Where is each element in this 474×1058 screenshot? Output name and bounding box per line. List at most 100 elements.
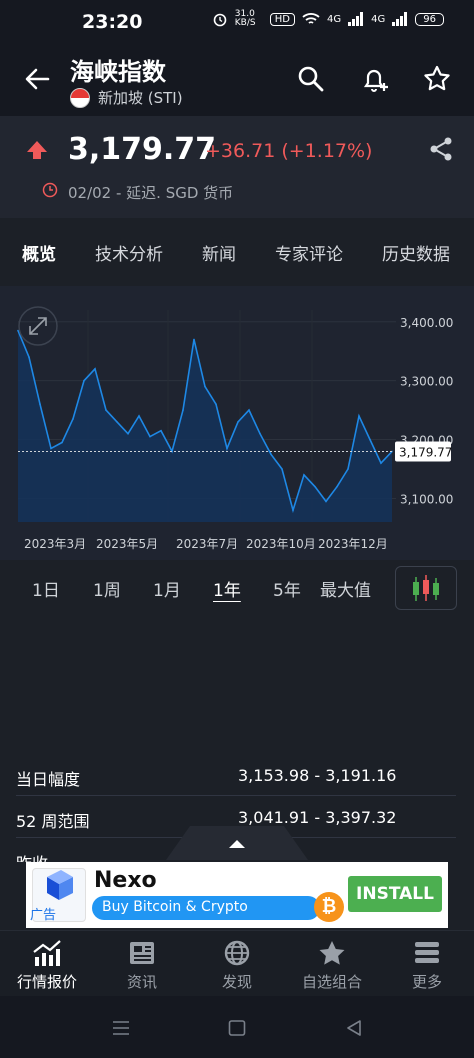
data-point: [72, 418, 74, 420]
expand-details-handle[interactable]: [166, 826, 308, 860]
back-arrow-icon[interactable]: [22, 64, 52, 94]
add-alert-icon[interactable]: [360, 64, 390, 94]
data-point: [182, 409, 184, 411]
wifi-icon: [302, 13, 320, 24]
clock-icon: [42, 182, 58, 198]
back-icon[interactable]: [345, 1020, 363, 1036]
x-tick-label: 2023年3月: [24, 537, 86, 551]
data-point: [237, 421, 239, 423]
nav-label: 更多: [411, 973, 442, 991]
quote-meta: 02/02 - 延迟. SGD 货币: [42, 182, 234, 203]
system-nav-bar: [0, 996, 474, 1058]
install-button[interactable]: INSTALL: [348, 876, 442, 912]
status-time: 23:20: [82, 11, 143, 33]
period-1m[interactable]: 1月: [153, 576, 181, 601]
globe-icon: [224, 940, 250, 966]
stat-label: 当日幅度: [16, 770, 81, 789]
candlestick-icon: [413, 575, 439, 601]
star-icon[interactable]: [422, 64, 452, 94]
index-subtitle: 新加坡 (STI): [70, 87, 183, 108]
data-point: [226, 447, 228, 450]
period-max[interactable]: 最大值: [320, 576, 371, 601]
net-speed: 31.0 KB/S: [234, 9, 256, 28]
nav-label: 行情报价: [16, 973, 77, 991]
nav-more[interactable]: 更多: [380, 939, 474, 992]
data-point: [248, 409, 250, 411]
nav-label: 资讯: [126, 973, 157, 991]
status-bar: 23:20 31.0 KB/S HD 4G 4G 96: [0, 0, 474, 44]
ad-title: Nexo: [94, 868, 157, 893]
nav-label: 自选组合: [301, 973, 362, 991]
period-1y[interactable]: 1年: [213, 576, 241, 601]
data-point: [292, 509, 294, 512]
data-point: [314, 485, 316, 488]
data-point: [105, 409, 107, 411]
price-chart[interactable]: 3,400.00 3,300.00 3,200.00 3,100.00 3,179.77…: [0, 286, 474, 560]
period-selector: 1日 1周 1月 1年 5年 最大值: [0, 562, 474, 614]
bitcoin-icon: ₿: [314, 892, 344, 922]
data-point: [336, 485, 338, 488]
area-fill: [18, 330, 392, 522]
data-point: [325, 500, 327, 503]
x-tick-label: 2023年12月: [318, 537, 388, 551]
nav-watchlist[interactable]: 自选组合: [285, 939, 379, 992]
alarm-icon: [213, 13, 227, 27]
quote-meta-text: 02/02 - 延迟. SGD 货币: [68, 184, 234, 202]
nav-discover[interactable]: 发现: [190, 939, 284, 992]
search-icon[interactable]: [296, 64, 326, 94]
tab-bar: 概览 技术分析 新闻 专家评论 历史数据: [0, 218, 474, 286]
x-tick-label: 2023年10月: [246, 537, 316, 551]
tab-technical[interactable]: 技术分析: [95, 240, 163, 265]
data-point: [127, 432, 129, 435]
nav-quotes[interactable]: 行情报价: [0, 939, 94, 992]
recent-apps-icon[interactable]: [112, 1020, 130, 1036]
stat-label: 52 周范围: [16, 812, 90, 831]
stat-value: 3,041.91 - 3,397.32: [238, 808, 397, 827]
home-icon[interactable]: [228, 1020, 246, 1036]
share-icon[interactable]: [428, 136, 454, 162]
data-point: [270, 453, 272, 456]
ad-tagline: Buy Bitcoin & Crypto: [92, 896, 320, 920]
data-point: [138, 415, 140, 417]
data-point: [39, 403, 41, 406]
period-5y[interactable]: 5年: [273, 576, 301, 601]
data-point: [259, 432, 261, 435]
data-point: [160, 429, 162, 432]
data-point: [369, 438, 371, 441]
data-point: [116, 421, 118, 423]
page-title: 海峡指数: [70, 58, 166, 86]
tab-overview[interactable]: 概览: [22, 240, 56, 265]
stat-value: 3,153.98 - 3,191.16: [238, 766, 397, 785]
data-point: [50, 447, 52, 450]
data-point: [281, 468, 283, 470]
data-point: [17, 329, 19, 332]
y-tick-label: 3,100.00: [400, 492, 453, 506]
tab-analysis[interactable]: 专家评论: [275, 240, 343, 265]
data-point: [149, 435, 151, 438]
y-tick-label: 3,400.00: [400, 316, 453, 330]
data-point: [28, 356, 30, 358]
tab-news[interactable]: 新闻: [202, 240, 236, 265]
hd-badge: HD: [269, 12, 296, 26]
chart-up-icon: [33, 940, 61, 966]
candlestick-toggle-button[interactable]: [395, 566, 457, 610]
menu-icon: [415, 942, 439, 963]
nav-news[interactable]: 资讯: [95, 939, 189, 992]
tab-historical[interactable]: 历史数据: [382, 240, 450, 265]
data-point: [380, 462, 382, 464]
data-point: [204, 385, 206, 388]
period-1w[interactable]: 1周: [93, 576, 121, 601]
data-point: [303, 474, 305, 476]
y-tick-label: 3,300.00: [400, 375, 453, 389]
data-point: [193, 338, 195, 341]
ad-banner[interactable]: 广告 Nexo Buy Bitcoin & Crypto ₿ INSTALL: [26, 862, 448, 928]
data-point: [215, 403, 217, 406]
price-change: +36.71 (+1.17%): [205, 140, 373, 162]
data-point: [347, 468, 349, 470]
stat-label: 昨收: [16, 850, 48, 862]
period-1d[interactable]: 1日: [32, 576, 60, 601]
signal-2-label: 4G: [371, 13, 386, 25]
newspaper-icon: [130, 942, 154, 964]
nav-label: 发现: [221, 973, 252, 991]
data-point: [83, 379, 85, 382]
